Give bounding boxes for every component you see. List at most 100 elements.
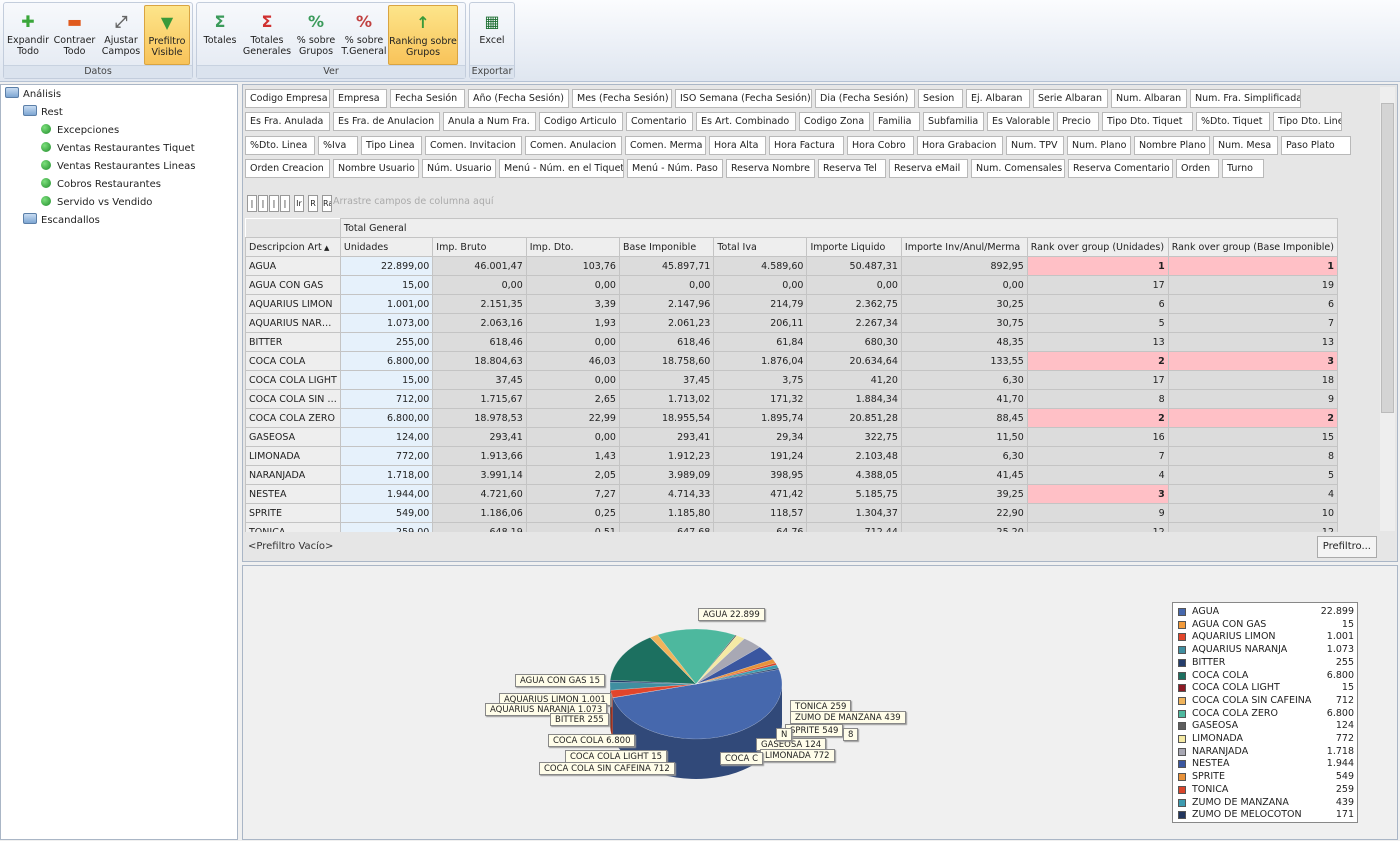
column-header[interactable]: Imp. Bruto [432,237,527,257]
field-chip[interactable]: Es Valorable [987,112,1054,132]
field-chip[interactable]: Num. Comensales [971,158,1065,178]
field-chip[interactable]: Num. Albaran [1111,89,1187,108]
field-chip[interactable]: Familia [873,112,920,132]
field-chip[interactable]: Es Art. Combinado [696,112,796,132]
field-chip[interactable]: Codigo Empresa [245,89,330,108]
column-area-mini-button[interactable]: | [280,195,290,212]
field-chip[interactable]: Comentario [626,112,693,132]
row-label[interactable]: COCA COLA [245,351,341,371]
tree-item-analisis[interactable]: Análisis [5,86,61,104]
field-chip[interactable]: Comen. Merma [625,135,706,155]
field-chip[interactable]: Núm. Usuario [422,158,496,178]
field-chip[interactable]: Codigo Zona [799,112,870,132]
ribbon-button-contraer-todo[interactable]: ▬ Contraer Todo [51,5,98,65]
column-header[interactable]: Importe Liquido [806,237,902,257]
row-label[interactable]: NARANJADA [245,465,341,485]
row-label[interactable]: BITTER [245,332,341,352]
row-label[interactable]: NESTEA [245,484,341,504]
column-area-mini-button[interactable]: | [269,195,279,212]
column-area-mini-button[interactable]: | [247,195,257,212]
field-chip[interactable]: Reserva eMail [889,158,968,178]
column-area-mini-button[interactable]: Ir [294,195,304,212]
field-chip[interactable]: Tipo Linea [361,135,422,155]
tree-item-escandallos[interactable]: Escandallos [23,212,100,230]
column-header[interactable]: Imp. Dto. [525,237,620,257]
field-chip[interactable]: %Dto. Tiquet [1196,112,1270,132]
column-area-mini-button[interactable]: | [258,195,268,212]
tree-item-report[interactable]: Ventas Restaurantes Lineas [41,158,195,176]
field-chip[interactable]: Sesion [918,89,963,108]
field-chip[interactable]: Anula a Num Fra. [443,112,536,132]
column-header[interactable]: Rank over group (Base Imponible) [1167,237,1338,257]
field-chip[interactable]: Orden Creacion [245,158,330,178]
scrollbar-thumb[interactable] [1381,103,1394,413]
field-chip[interactable]: Subfamilia [923,112,984,132]
field-chip[interactable]: Orden [1176,158,1219,178]
row-label[interactable]: COCA COLA LIGHT [245,370,341,390]
ribbon-button-ranking-sobre-grupos[interactable]: ↑ Ranking sobre Grupos [388,5,458,65]
field-chip[interactable]: Hora Factura [769,135,844,155]
field-chip[interactable]: Año (Fecha Sesión) [468,89,569,108]
field-chip[interactable]: Ej. Albaran [966,89,1030,108]
ribbon-button-excel[interactable]: ▦ Excel [471,5,513,65]
field-chip[interactable]: Num. Plano [1067,135,1131,155]
field-chip[interactable]: Precio [1057,112,1099,132]
field-chip[interactable]: Mes (Fecha Sesión) [572,89,672,108]
column-header[interactable]: Total Iva [713,237,808,257]
column-header[interactable]: Base Imponible [618,237,715,257]
field-chip[interactable]: Num. Mesa [1213,135,1278,155]
field-chip[interactable]: Es Fra. Anulada [245,112,330,132]
ribbon-button-totales[interactable]: Σ Totales [198,5,242,65]
field-chip[interactable]: Nombre Plano [1134,135,1210,155]
field-chip[interactable]: Dia (Fecha Sesión) [815,89,915,108]
field-chip[interactable]: Hora Cobro [847,135,914,155]
field-chip[interactable]: Reserva Tel [818,158,886,178]
tree-item-rest[interactable]: Rest [23,104,63,122]
row-label[interactable]: COCA COLA SIN … [245,389,341,409]
row-label[interactable]: AGUA [245,256,341,276]
ribbon-button-expandir-todo[interactable]: ✚ Expandir Todo [5,5,51,65]
field-chip[interactable]: ISO Semana (Fecha Sesión) [675,89,812,108]
ribbon-button-ajustar-campos[interactable]: ⤢ Ajustar Campos [98,5,144,65]
field-chip[interactable]: Menú - Núm. Paso [627,158,723,178]
row-label[interactable]: COCA COLA ZERO [245,408,341,428]
row-label[interactable]: LIMONADA [245,446,341,466]
field-chip[interactable]: Nombre Usuario [333,158,419,178]
column-area-mini-button[interactable]: R [308,195,318,212]
field-chip[interactable]: Reserva Nombre [726,158,815,178]
row-label[interactable]: SPRITE [245,503,341,523]
prefilter-button[interactable]: Prefiltro... [1316,536,1377,558]
row-label[interactable]: AGUA CON GAS [245,275,341,295]
vertical-scrollbar[interactable] [1380,87,1395,531]
field-chip[interactable]: Paso Plato [1281,135,1351,155]
field-chip[interactable]: Hora Alta [709,135,766,155]
field-chip[interactable]: Menú - Núm. en el Tiquet [499,158,624,178]
row-field-header[interactable]: Descripcion Art ▲ [245,237,341,257]
row-label[interactable]: AQUARIUS LIMON [245,294,341,314]
field-chip[interactable]: Empresa [333,89,387,108]
field-chip[interactable]: Num. Fra. Simplificada [1190,89,1301,108]
field-chip[interactable]: Codigo Articulo [539,112,623,132]
field-chip[interactable]: Comen. Anulacion [525,135,622,155]
column-header[interactable]: Rank over group (Unidades) [1026,237,1169,257]
tree-item-report[interactable]: Excepciones [41,122,119,140]
field-chip[interactable]: %Iva [318,135,358,155]
ribbon-button-totales-generales[interactable]: Σ Totales Generales [242,5,292,65]
field-chip[interactable]: Tipo Dto. Tiquet [1102,112,1193,132]
row-label[interactable]: GASEOSA [245,427,341,447]
field-chip[interactable]: Hora Grabacion [917,135,1003,155]
row-label[interactable]: TONICA [245,522,341,532]
field-chip[interactable]: Comen. Invitacion [425,135,522,155]
ribbon-button--sobre-grupos[interactable]: % % sobre Grupos [292,5,340,65]
column-header[interactable]: Importe Inv/Anul/Merma [900,237,1028,257]
field-chip[interactable]: Serie Albaran [1033,89,1108,108]
field-chip[interactable]: Turno [1222,158,1264,178]
field-chip[interactable]: Es Fra. de Anulacion [333,112,440,132]
tree-item-report[interactable]: Ventas Restaurantes Tiquet [41,140,195,158]
ribbon-button-prefiltro-visible[interactable]: ▼ Prefiltro Visible [144,5,190,65]
field-chip[interactable]: Num. TPV [1006,135,1064,155]
tree-item-report[interactable]: Servido vs Vendido [41,194,152,212]
field-chip[interactable]: Fecha Sesión [390,89,465,108]
tree-item-report[interactable]: Cobros Restaurantes [41,176,161,194]
column-header[interactable]: Unidades [339,237,434,257]
